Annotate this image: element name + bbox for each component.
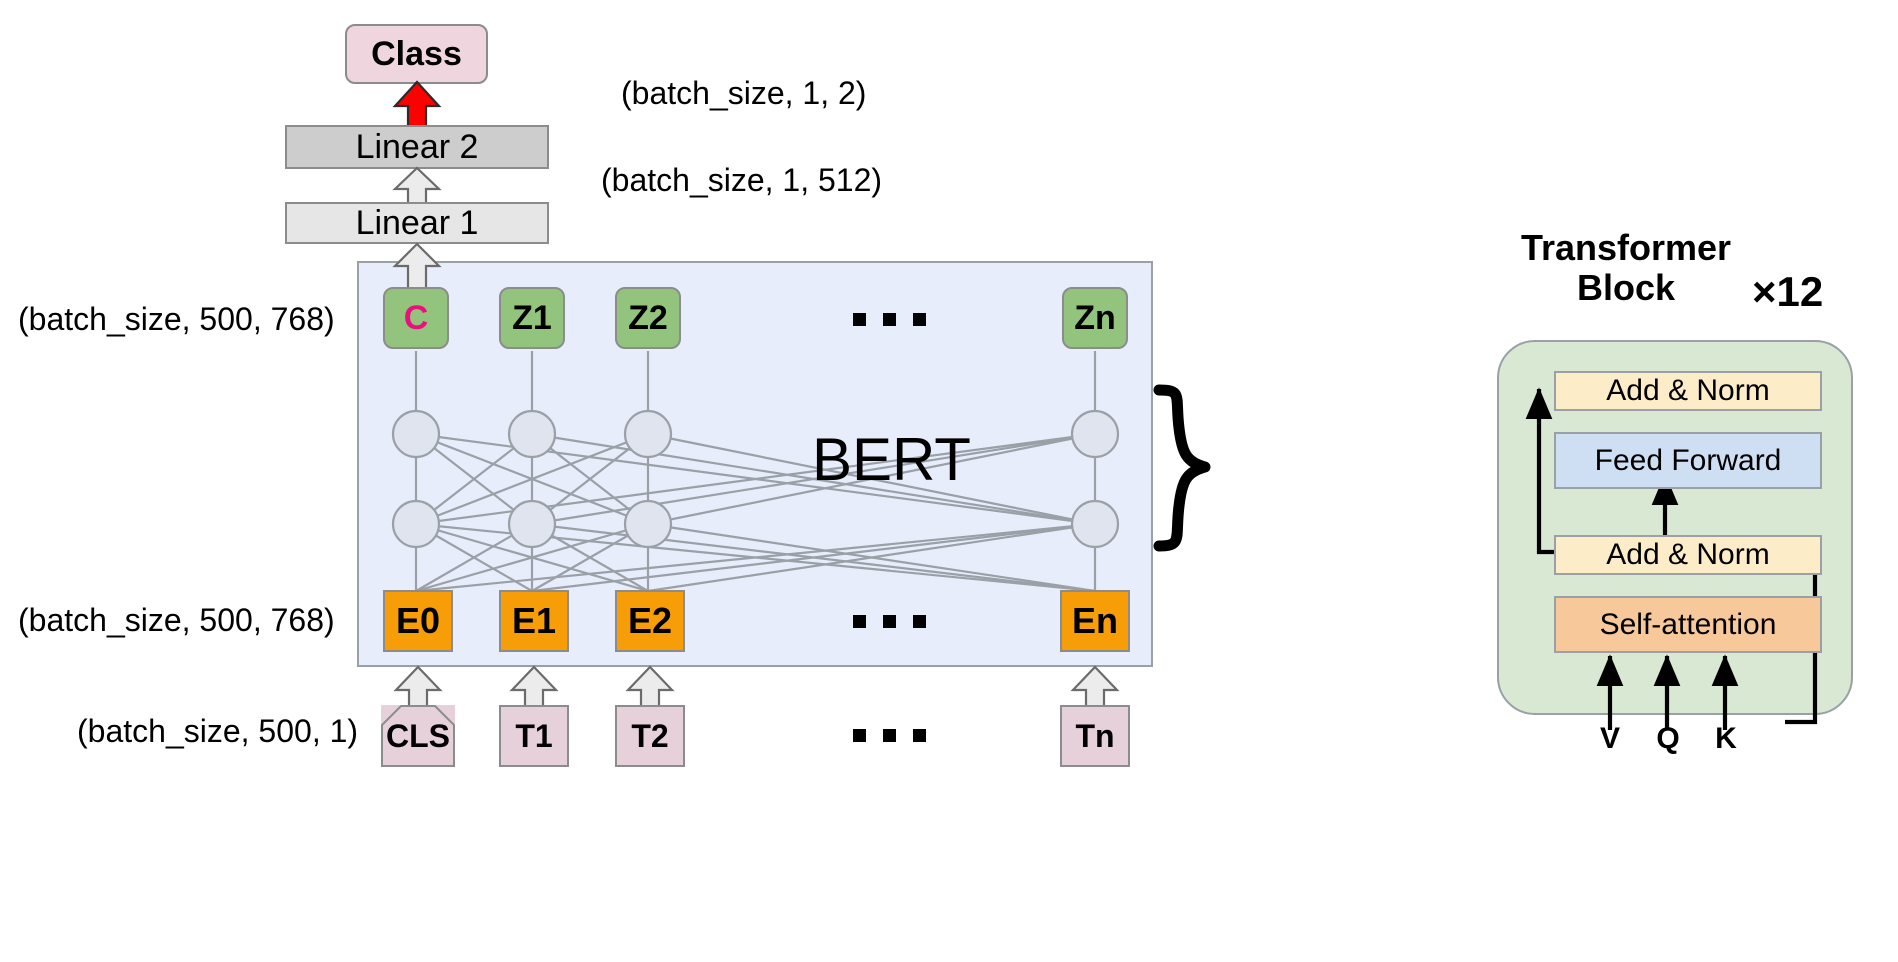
transformer-block-repeat-count: ×12 [1752,268,1824,315]
transformer-input-k: K [1715,722,1737,755]
red-arrow-to-class [392,80,442,130]
diagram-canvas: BERT Class Linear 2 Linear 1 (batch_size… [0,0,1898,962]
input-row-ellipsis [853,729,926,742]
transformer-block-title: Transformer Block [1466,227,1786,309]
annotation-embedding-output: (batch_size, 500, 768) [18,602,335,638]
output-token-z2[interactable]: Z2 [615,287,681,349]
transformer-cell-add-norm-top[interactable]: Add & Norm [1554,371,1822,411]
class-box[interactable]: Class [345,24,488,84]
transformer-block-title-line2: Block [1576,267,1676,309]
linear-2-box[interactable]: Linear 2 [285,125,549,169]
transformer-input-v: V [1599,722,1620,755]
transformer-block-title-line1: Transformer [1520,227,1732,268]
embedding-e0[interactable]: E0 [383,590,453,652]
grey-arrow-c-to-linear1 [392,242,442,292]
transformer-cell-add-norm-bottom[interactable]: Add & Norm [1554,535,1822,575]
output-token-z1[interactable]: Z1 [499,287,565,349]
input-token-cls[interactable]: CLS [381,705,455,767]
annotation-encoder-output: (batch_size, 500, 768) [18,301,335,337]
curly-brace [1153,384,1211,552]
input-token-tn[interactable]: Tn [1060,705,1130,767]
embedding-row-ellipsis [853,615,926,628]
embedding-e2[interactable]: E2 [615,590,685,652]
output-token-c[interactable]: C [383,287,449,349]
annotation-token-input: (batch_size, 500, 1) [77,713,359,749]
input-token-cls-label: CLS [386,717,450,754]
transformer-cell-feed-forward[interactable]: Feed Forward [1554,432,1822,489]
input-token-t1[interactable]: T1 [499,705,569,767]
input-token-t2[interactable]: T2 [615,705,685,767]
transformer-cell-self-attention[interactable]: Self-attention [1554,596,1822,653]
transformer-input-q: Q [1656,722,1680,755]
output-token-zn[interactable]: Zn [1062,287,1128,349]
embedding-e1[interactable]: E1 [499,590,569,652]
bert-label: BERT [812,426,971,493]
linear-1-box[interactable]: Linear 1 [285,202,549,244]
embedding-en[interactable]: En [1060,590,1130,652]
annotation-class-output: (batch_size, 1, 2) [621,75,867,111]
annotation-linear1-output: (batch_size, 1, 512) [601,162,883,198]
output-row-ellipsis [853,313,926,326]
